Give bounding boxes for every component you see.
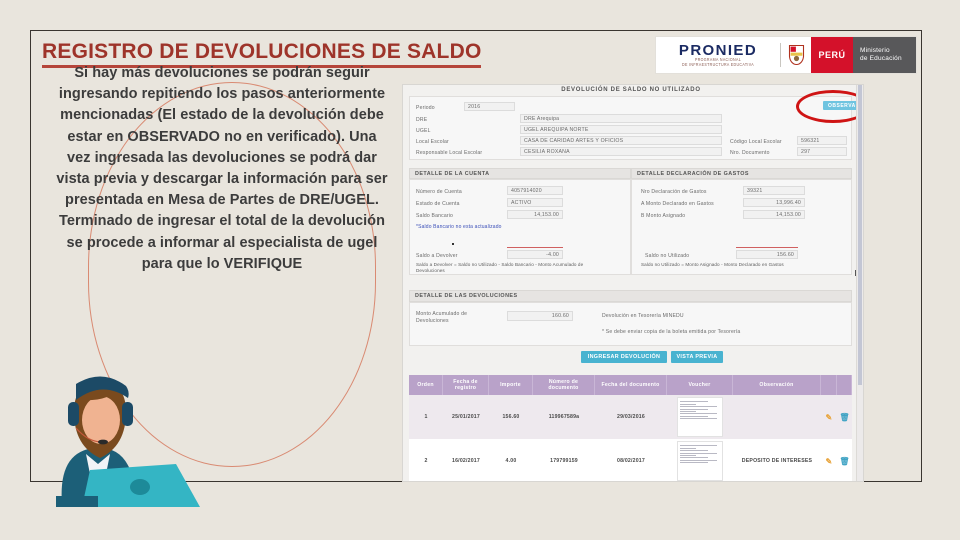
saldo-bancario-field[interactable]: 14,153.00: [507, 210, 563, 219]
saldo-no-utilizado-field[interactable]: 156.60: [736, 250, 798, 259]
row-delete-button[interactable]: 🗑: [837, 395, 852, 439]
cell-voucher[interactable]: [667, 395, 733, 439]
monto-acumulado-label: Monto Acumulado de Devoluciones: [416, 311, 468, 324]
saldo-bancario-note: *Saldo Bancario no esta actualizado: [416, 224, 502, 230]
tesoreria-text: Devolución en Tesorería MINEDU: [602, 313, 684, 319]
cell-numero-documento: 179799159: [550, 458, 578, 464]
table-header-voucher[interactable]: Voucher: [667, 375, 733, 395]
ministry-line-2: de Educación: [860, 55, 902, 62]
saldo-bancario-label: Saldo Bancario: [416, 213, 454, 219]
ministry-line-1: Ministerio: [860, 47, 890, 54]
table-row[interactable]: 1 25/01/2017 156.60 119967589a 29/03/201…: [409, 395, 852, 439]
monto-declarado-field[interactable]: 13,996.40: [743, 198, 805, 207]
responsable-field[interactable]: CESILIA ROXANA: [520, 147, 722, 156]
numero-cuenta-label: Número de Cuenta: [416, 189, 462, 195]
cell-importe: 156.60: [502, 414, 520, 420]
local-escolar-label: Local Escolar: [416, 139, 449, 145]
cell-fecha-registro: 25/01/2017: [452, 414, 480, 420]
nro-documento-label: Nro. Documento: [730, 150, 770, 156]
ingresar-devolucion-button[interactable]: INGRESAR DEVOLUCIÓN: [581, 351, 667, 363]
detalle-cuenta-section-header: DETALLE DE LA CUENTA: [409, 168, 631, 179]
estado-cuenta-label: Estado de Cuenta: [416, 201, 460, 207]
codigo-local-label: Código Local Escolar: [730, 139, 782, 145]
saldo-no-utilizado-formula: Saldo no Utilizado = Monto Asignado - Mo…: [641, 262, 784, 267]
monto-asignado-label: B Monto Asignado: [641, 213, 686, 219]
row-delete-button[interactable]: 🗑: [837, 439, 852, 481]
pronied-logo: PRONIED PROGRAMA NACIONAL DE INFRAESTRUC…: [656, 37, 780, 73]
trash-icon: 🗑: [839, 412, 850, 422]
row-edit-button[interactable]: ✎: [821, 395, 837, 439]
table-header-fecha-documento[interactable]: Fecha del documento: [595, 375, 667, 395]
cell-observacion: [733, 395, 821, 439]
app-header-title: DEVOLUCIÓN DE SALDO NO UTILIZADO: [561, 87, 701, 93]
voucher-thumbnail-icon[interactable]: [677, 441, 723, 481]
presentation-slide: REGISTRO DE DEVOLUCIONES DE SALDO PRONIE…: [0, 0, 960, 540]
ugel-field[interactable]: UGEL AREQUIPA NORTE: [520, 125, 722, 134]
estado-cuenta-field[interactable]: ACTIVO: [507, 198, 563, 207]
saldo-no-utilizado-label: Saldo no Utilizado: [645, 253, 690, 259]
scrollbar-thumb[interactable]: [858, 85, 862, 385]
dre-field[interactable]: DRE Arequipa: [520, 114, 722, 123]
ministry-label: Ministerio de Educación: [853, 37, 916, 73]
table-header-importe[interactable]: Importe: [489, 375, 533, 395]
tesoreria-note: * Se debe enviar copia de la boleta emit…: [602, 329, 741, 335]
monto-declarado-label: A Monto Declarado en Gastos: [641, 201, 714, 207]
vista-previa-button[interactable]: VISTA PREVIA: [671, 351, 723, 363]
monto-acumulado-field[interactable]: 160.60: [507, 311, 573, 321]
callout-text: Si hay más devoluciones se podrán seguir…: [56, 65, 388, 272]
detalle-gastos-section-header: DETALLE DECLARACIÓN DE GASTOS: [631, 168, 852, 179]
nro-declaracion-label: Nro Declaración de Gastos: [641, 189, 707, 195]
cell-numero-documento: 119967589a: [548, 414, 580, 420]
pronied-wordmark: PRONIED: [678, 42, 758, 59]
monto-asignado-field[interactable]: 14,153.00: [743, 210, 805, 219]
pronied-subtitle-line2: DE INFRAESTRUCTURA EDUCATIVA: [682, 62, 754, 68]
devoluciones-table: Orden Fecha de registro Importe Número d…: [409, 375, 852, 481]
ugel-label: UGEL: [416, 128, 431, 134]
cell-orden: 1: [424, 414, 428, 420]
cell-orden: 2: [424, 458, 428, 464]
peru-label: PERÚ: [811, 37, 853, 73]
cell-voucher[interactable]: [667, 439, 733, 481]
saldo-devolver-label: Saldo a Devolver: [416, 253, 458, 259]
voucher-thumbnail-icon[interactable]: [677, 397, 723, 437]
trash-icon: 🗑: [839, 456, 850, 466]
operator-illustration: [28, 372, 200, 507]
app-vertical-scrollbar[interactable]: [856, 85, 863, 481]
table-header-observacion[interactable]: Observación: [733, 375, 821, 395]
nro-declaracion-field[interactable]: 39321: [743, 186, 805, 195]
row-edit-button[interactable]: ✎: [821, 439, 837, 481]
detalle-devoluciones-section-header: DETALLE DE LAS DEVOLUCIONES: [409, 290, 852, 302]
cell-fecha-documento: 08/02/2017: [617, 458, 645, 464]
periodo-label: Periodo: [416, 105, 435, 111]
cell-fecha-registro: 16/02/2017: [452, 458, 480, 464]
table-header-delete: [837, 375, 852, 395]
dre-label: DRE: [416, 117, 428, 123]
codigo-local-field[interactable]: 596321: [797, 136, 847, 145]
local-escolar-field[interactable]: CASA DE CARIDAD ARTES Y OFICIOS: [520, 136, 722, 145]
table-header-orden[interactable]: Orden: [409, 375, 443, 395]
institutional-logo-bar: PRONIED PROGRAMA NACIONAL DE INFRAESTRUC…: [655, 36, 917, 74]
table-header-row: Orden Fecha de registro Importe Número d…: [409, 375, 852, 395]
saldo-no-utilizado-underline: [736, 247, 798, 248]
nro-documento-field[interactable]: 297: [797, 147, 847, 156]
peru-shield-icon: [781, 37, 811, 73]
cell-importe: 4.00: [505, 458, 517, 464]
pencil-icon: ✎: [825, 412, 833, 422]
saldo-devolver-formula: Saldo a Devolver = Saldo no Utilizado - …: [416, 262, 584, 274]
pencil-icon: ✎: [825, 456, 833, 466]
periodo-field[interactable]: 2016: [464, 102, 515, 111]
application-screenshot: DEVOLUCIÓN DE SALDO NO UTILIZADO Periodo…: [402, 84, 864, 482]
table-header-edit: [821, 375, 837, 395]
cell-fecha-documento: 29/03/2016: [617, 414, 645, 420]
responsable-label: Responsable Local Escolar: [416, 150, 483, 156]
table-row[interactable]: 2 16/02/2017 4.00 179799159 08/02/2017 D…: [409, 439, 852, 481]
table-header-numero-documento[interactable]: Número de documento: [533, 375, 595, 395]
numero-cuenta-field[interactable]: 4057914020: [507, 186, 563, 195]
saldo-devolver-underline: [507, 247, 563, 248]
table-header-fecha-registro[interactable]: Fecha de registro: [443, 375, 489, 395]
pointer-dot: [452, 243, 454, 245]
saldo-devolver-field[interactable]: -4.00: [507, 250, 563, 259]
cell-observacion: DEPOSITO DE INTERESES: [741, 458, 813, 464]
